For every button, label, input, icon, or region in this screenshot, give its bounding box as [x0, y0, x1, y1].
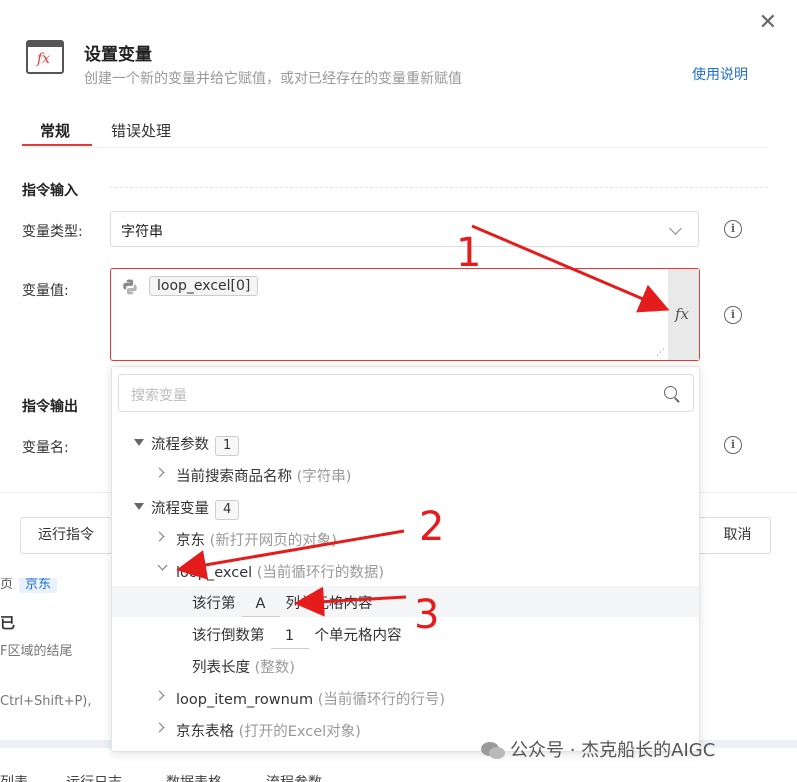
annotation-number-1: 1: [456, 230, 482, 276]
wechat-icon: [481, 742, 505, 759]
annotation-overlay: [176, 224, 670, 617]
watermark: 公众号 · 杰克船长的AIGC: [480, 736, 715, 762]
watermark-text: 公众号 · 杰克船长的AIGC: [510, 740, 716, 761]
annotation-number-3: 3: [414, 592, 440, 638]
annotation-arrow-2: [176, 529, 405, 580]
annotation-number-2: 2: [419, 504, 445, 550]
annotation-arrow-3: [294, 586, 407, 617]
annotation-arrow-1: [471, 224, 670, 313]
